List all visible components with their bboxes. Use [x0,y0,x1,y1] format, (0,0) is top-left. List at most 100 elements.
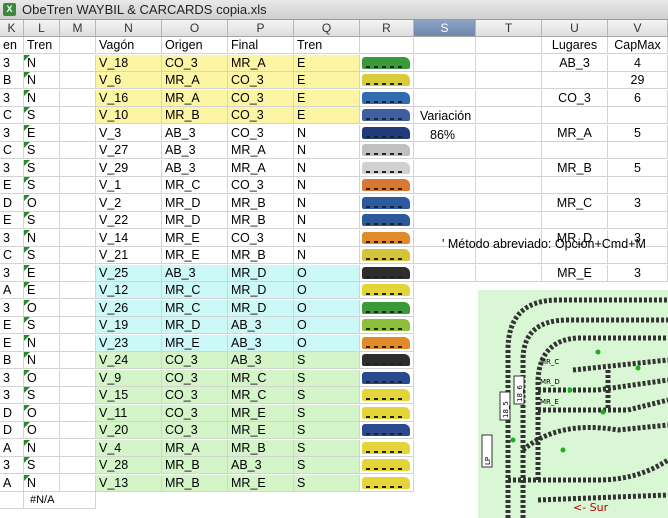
cell-final[interactable]: AB_3 [228,457,294,474]
cell-final[interactable]: MR_B [228,195,294,212]
cell-tren[interactable]: S [294,352,360,369]
cell-origen[interactable]: MR_D [162,212,228,229]
cell-l[interactable]: O [24,422,60,439]
cell-train-image[interactable] [360,352,414,369]
cell-tren[interactable]: N [294,160,360,177]
cell-k[interactable]: E [0,335,24,352]
cell-tren[interactable]: O [294,300,360,317]
cell-tren[interactable]: N [294,195,360,212]
cell-vagon[interactable]: V_14 [96,230,162,247]
lugar-cell[interactable]: CO_3 [542,90,608,107]
cell-s[interactable] [414,142,476,159]
cell-t[interactable] [476,55,542,72]
cell-v[interactable] [608,177,668,194]
cell-tren[interactable]: S [294,370,360,387]
cell-l[interactable]: E [24,265,60,282]
cell-origen[interactable]: CO_3 [162,352,228,369]
cell-l[interactable]: N [24,230,60,247]
cell-origen[interactable]: AB_3 [162,265,228,282]
cell-train-image[interactable] [360,90,414,107]
cell-tren[interactable]: N [294,177,360,194]
cell-origen[interactable]: MR_C [162,177,228,194]
cell-origen[interactable]: AB_3 [162,142,228,159]
cell-final[interactable]: MR_A [228,142,294,159]
cell-tren[interactable]: N [294,212,360,229]
cell-k[interactable]: 3 [0,457,24,474]
cell-l[interactable]: S [24,387,60,404]
cell-k[interactable]: B [0,72,24,89]
cell-m[interactable] [60,300,96,317]
cell-vagon[interactable]: V_13 [96,475,162,492]
cell-m[interactable] [60,457,96,474]
cell-origen[interactable]: MR_A [162,440,228,457]
cell-l[interactable]: N [24,440,60,457]
cell-t-header[interactable] [476,37,542,54]
cell-vagon[interactable]: V_15 [96,387,162,404]
cell-m[interactable] [60,195,96,212]
cell-t[interactable] [476,142,542,159]
cell-final[interactable]: CO_3 [228,72,294,89]
cell-l-error[interactable]: #N/A [24,492,96,509]
cell-k[interactable]: C [0,107,24,124]
cell-s[interactable] [414,160,476,177]
cell-tren[interactable]: S [294,475,360,492]
cell-l[interactable]: N [24,335,60,352]
cell-k[interactable]: D [0,405,24,422]
cell-final[interactable]: CO_3 [228,107,294,124]
cell-m[interactable] [60,230,96,247]
cell-train-image[interactable] [360,475,414,492]
cell-train-image[interactable] [360,160,414,177]
cell-train-image[interactable] [360,230,414,247]
cell-final[interactable]: MR_A [228,55,294,72]
cell-m[interactable] [60,405,96,422]
cell-train-image[interactable] [360,405,414,422]
cell-k[interactable]: 3 [0,387,24,404]
cell-r-header[interactable] [360,37,414,54]
cell-vagon[interactable]: V_20 [96,422,162,439]
cell-origen[interactable]: CO_3 [162,405,228,422]
cell-final[interactable]: MR_C [228,387,294,404]
column-header-k[interactable]: K [0,20,24,37]
header-cell-l[interactable]: Tren [24,37,60,54]
cell-k[interactable]: E [0,317,24,334]
cell-train-image[interactable] [360,335,414,352]
cell-origen[interactable]: CO_3 [162,422,228,439]
cell-l[interactable]: S [24,457,60,474]
cell-l[interactable]: S [24,160,60,177]
cell-final[interactable]: MR_B [228,247,294,264]
column-header-v[interactable]: V [608,20,668,37]
column-header-t[interactable]: T [476,20,542,37]
cell-vagon[interactable]: V_19 [96,317,162,334]
cell-u[interactable] [542,107,608,124]
cell-m[interactable] [60,422,96,439]
cell-m[interactable] [60,160,96,177]
cell-m[interactable] [60,107,96,124]
cell-s[interactable] [414,90,476,107]
cell-m-header[interactable] [60,37,96,54]
cell-origen[interactable]: CO_3 [162,370,228,387]
cell-m[interactable] [60,335,96,352]
cell-vagon[interactable]: V_21 [96,247,162,264]
capmax-cell[interactable]: 5 [608,125,668,142]
lugar-cell[interactable]: MR_E [542,265,608,282]
cell-vagon[interactable]: V_25 [96,265,162,282]
cell-tren[interactable]: S [294,405,360,422]
cell-s[interactable] [414,177,476,194]
cell-origen[interactable]: MR_A [162,90,228,107]
cell-vagon[interactable]: V_23 [96,335,162,352]
cell-train-image[interactable] [360,247,414,264]
cell-l[interactable]: O [24,195,60,212]
cell-vagon[interactable]: V_3 [96,125,162,142]
cell-t[interactable] [476,90,542,107]
cell-l[interactable]: E [24,125,60,142]
header-cell-capmax[interactable]: CapMax [608,37,668,54]
cell-l[interactable]: O [24,405,60,422]
cell-k[interactable]: E [0,177,24,194]
cell-m[interactable] [60,212,96,229]
cell-train-image[interactable] [360,422,414,439]
cell-k[interactable]: 3 [0,125,24,142]
cell-train-image[interactable] [360,457,414,474]
cell-vagon[interactable]: V_12 [96,282,162,299]
cell-m[interactable] [60,387,96,404]
cell-l[interactable]: O [24,370,60,387]
